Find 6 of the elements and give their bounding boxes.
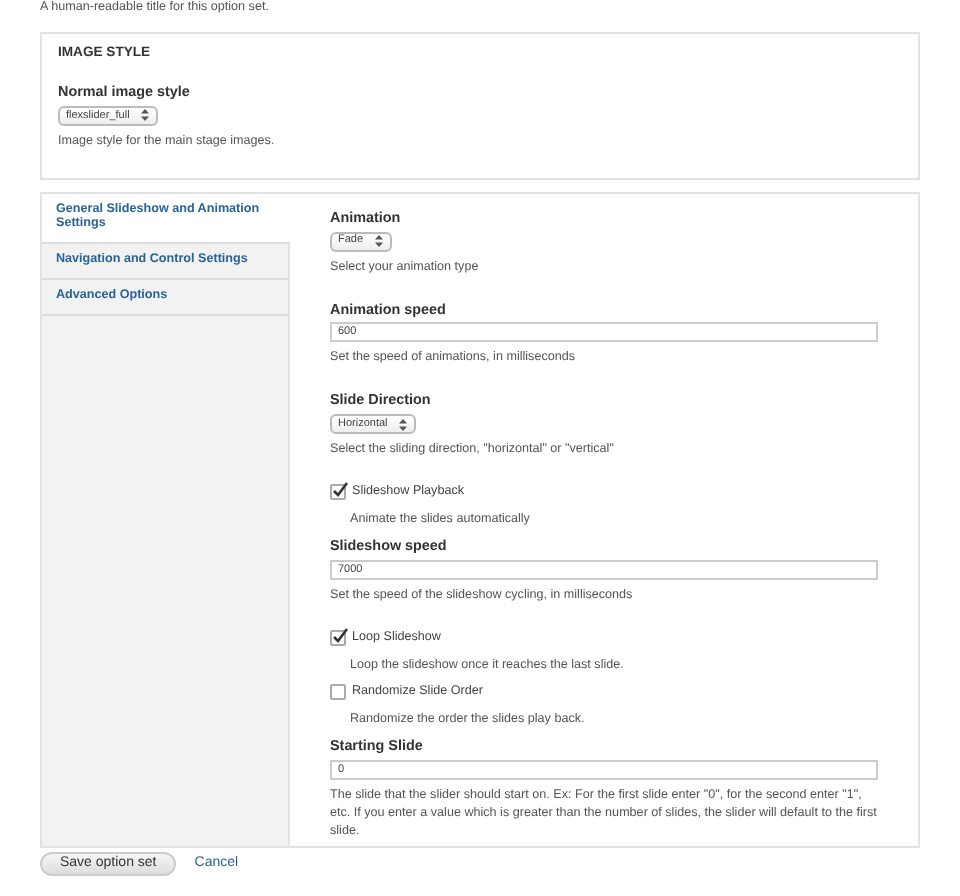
checkbox[interactable] [330,484,346,501]
select-arrows-icon [397,417,408,432]
checkbox[interactable] [330,630,346,647]
checkbox[interactable] [330,684,346,701]
select-arrows-icon [373,234,384,249]
select-arrows-icon [139,108,150,123]
